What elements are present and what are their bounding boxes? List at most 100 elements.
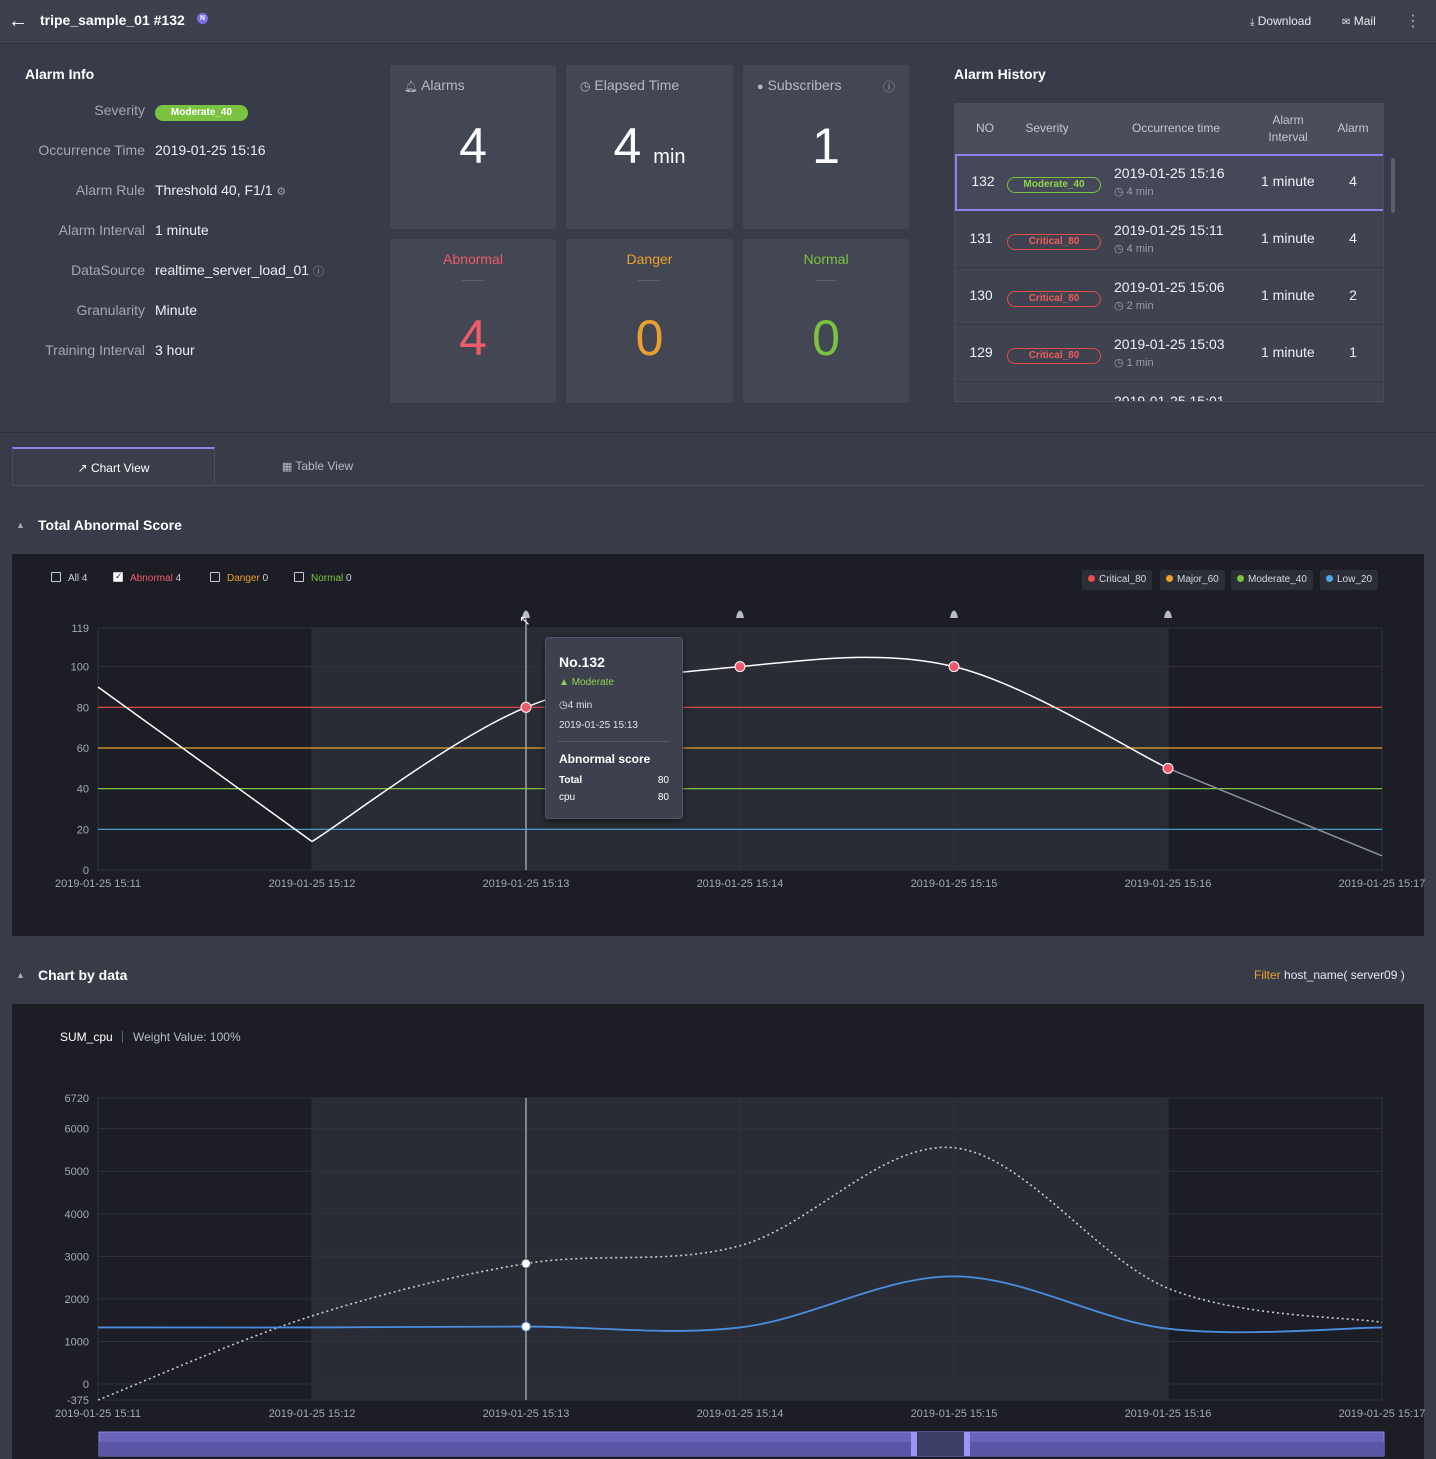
alarm-point [1162,762,1174,774]
checkbox[interactable] [294,572,304,582]
download-icon: ⤓ [1250,17,1255,28]
divider [815,280,837,281]
elapsed-time-card: ◷ Elapsed Time 4 min [566,65,733,229]
alarms-card: 🔔︎ Alarms 4 [390,65,556,229]
y-tick-label: 20 [77,824,89,836]
severity-pill: Moderate_40 [1007,177,1101,193]
score-line-chart[interactable]: 2019-01-25 15:11 2019-01-25 15:12 2019-01-… [0,600,1436,900]
alarm-history-table: NO Severity Occurrence time Alarm Interv… [954,103,1384,402]
elapsed-time-unit: min [653,146,686,168]
range-slider-handle-right [964,1432,970,1456]
chart-tooltip: No.132 ▲ Moderate ◷4 min 2019-01-25 15:1… [545,637,683,819]
divider [0,432,1436,433]
x-tick-label: 2019-01-25 15:16 [1125,1408,1212,1420]
metric-name: SUM_cpu [60,1030,113,1044]
table-row[interactable]: 129 Critical_80 2019-01-25 15:03 ◷ 1 min… [955,325,1383,382]
row-alarm: 4 [1349,230,1357,246]
training-interval-label: Training Interval [45,342,145,358]
mail-button[interactable]: ✉ Mail [1342,14,1376,28]
table-row[interactable]: 131 Critical_80 2019-01-25 15:11 ◷ 4 min… [955,211,1383,268]
alarms-label: 🔔︎ Alarms [404,77,465,93]
mouse-cursor-icon: ↖ [519,612,531,628]
back-arrow-icon[interactable]: ← [6,10,30,34]
tab-chart-view[interactable]: ↗ Chart View [12,447,215,485]
tooltip-time: 2019-01-25 15:13 [559,720,638,731]
filter-normal[interactable]: Normal 0 [294,572,352,584]
legend-major: Major_60 [1160,570,1225,590]
alarms-value: 4 [459,118,487,174]
column-alarm-interval: Alarm Interval [1268,113,1308,144]
filter-abnormal[interactable]: Abnormal 4 [113,571,181,584]
filter-label: Filter [1254,968,1281,982]
collapse-caret-icon[interactable]: ▲ [16,970,25,980]
y-tick-label: 40 [77,784,89,796]
collapse-caret-icon[interactable]: ▲ [16,520,25,530]
tab-chart-view-label: Chart View [90,461,150,475]
table-row[interactable]: 132 Moderate_40 2019-01-25 15:16 ◷ 4 min… [955,154,1383,211]
more-options-icon[interactable]: ⋮ [1405,10,1421,34]
bell-icon [1164,610,1172,618]
x-tick-label: 2019-01-25 15:17 [1339,1408,1426,1420]
occurrence-time-label: Occurrence Time [38,142,145,158]
occurrence-time-value: 2019-01-25 15:16 [155,142,266,158]
y-tick-label: 1000 [65,1336,89,1348]
row-alarm: 2 [1349,287,1357,303]
filter-indicator[interactable]: Filter host_name( server09 ) [1254,968,1405,982]
y-tick-label: 100 [71,662,89,674]
info-icon[interactable]: ⓘ [313,266,324,278]
download-button[interactable]: ⤓ Download [1250,14,1311,28]
score-section-title: Total Abnormal Score [38,517,182,533]
datasource-text: realtime_server_load_01 [155,262,310,278]
column-no: NO [976,121,994,135]
range-slider-track [99,1442,1384,1456]
filter-danger[interactable]: Danger 0 [210,572,268,584]
line-chart-icon: ↗ [77,461,88,475]
alarm-point [734,661,746,673]
checkbox[interactable] [51,572,61,582]
y-tick-label: 6000 [65,1124,89,1136]
normal-card[interactable]: Normal 0 [743,239,909,403]
x-tick-label: 2019-01-25 15:12 [269,1408,356,1420]
alarm-interval-label: Alarm Interval [58,222,145,238]
filter-all[interactable]: All 4 [51,572,87,584]
table-header: NO Severity Occurrence time Alarm Interv… [955,104,1383,154]
row-no: 131 [969,230,993,246]
bell-icon: 🔔︎ [404,81,418,93]
alarm-interval-value: 1 minute [155,222,209,238]
y-tick-label: 0 [83,865,89,877]
filter-value: host_name( server09 ) [1284,968,1405,982]
table-row[interactable]: 2019-01-25 15:01 [955,382,1383,401]
cpu-line-chart[interactable]: 2019-01-25 15:11 2019-01-25 15:12 2019-01-… [0,1080,1436,1459]
scrollbar[interactable] [1391,158,1395,213]
tab-table-view[interactable]: ▦ Table View [216,447,419,485]
danger-card[interactable]: Danger 0 [566,239,733,403]
divider [559,741,669,742]
x-tick-label: 2019-01-25 15:14 [697,878,784,890]
score-line-post [1167,767,1383,857]
checkbox[interactable] [210,572,220,582]
normal-label: Normal [803,251,849,267]
tooltip-total-label: Total [559,775,583,786]
y-tick-label: 4000 [65,1209,89,1221]
user-icon: ● [757,81,764,93]
checkbox-checked[interactable] [113,571,123,582]
divider [12,485,1424,486]
clock-icon: ◷ [1114,300,1124,312]
divider [638,280,660,281]
y-tick-label: 80 [77,702,89,714]
severity-label: Severity [94,102,145,118]
gear-icon[interactable]: ⚙ [276,186,286,198]
abnormal-card[interactable]: Abnormal 4 [390,239,556,403]
page-title: tripe_sample_01 #132 [40,12,185,28]
training-interval-value: 3 hour [155,342,195,358]
tooltip-total-value: 80 [657,775,669,786]
x-tick-label: 2019-01-25 15:15 [911,1408,998,1420]
tooltip-cpu-value: 80 [657,792,669,803]
info-icon[interactable]: ⓘ [883,78,895,95]
table-row[interactable]: 130 Critical_80 2019-01-25 15:06 ◷ 2 min… [955,268,1383,325]
alarm-rule-text: Threshold 40, F1/1 [155,182,273,198]
new-badge: N [197,13,208,24]
subscribers-label: ● Subscribers [757,77,842,93]
mail-label: Mail [1353,14,1376,28]
subscribers-value: 1 [812,118,840,174]
